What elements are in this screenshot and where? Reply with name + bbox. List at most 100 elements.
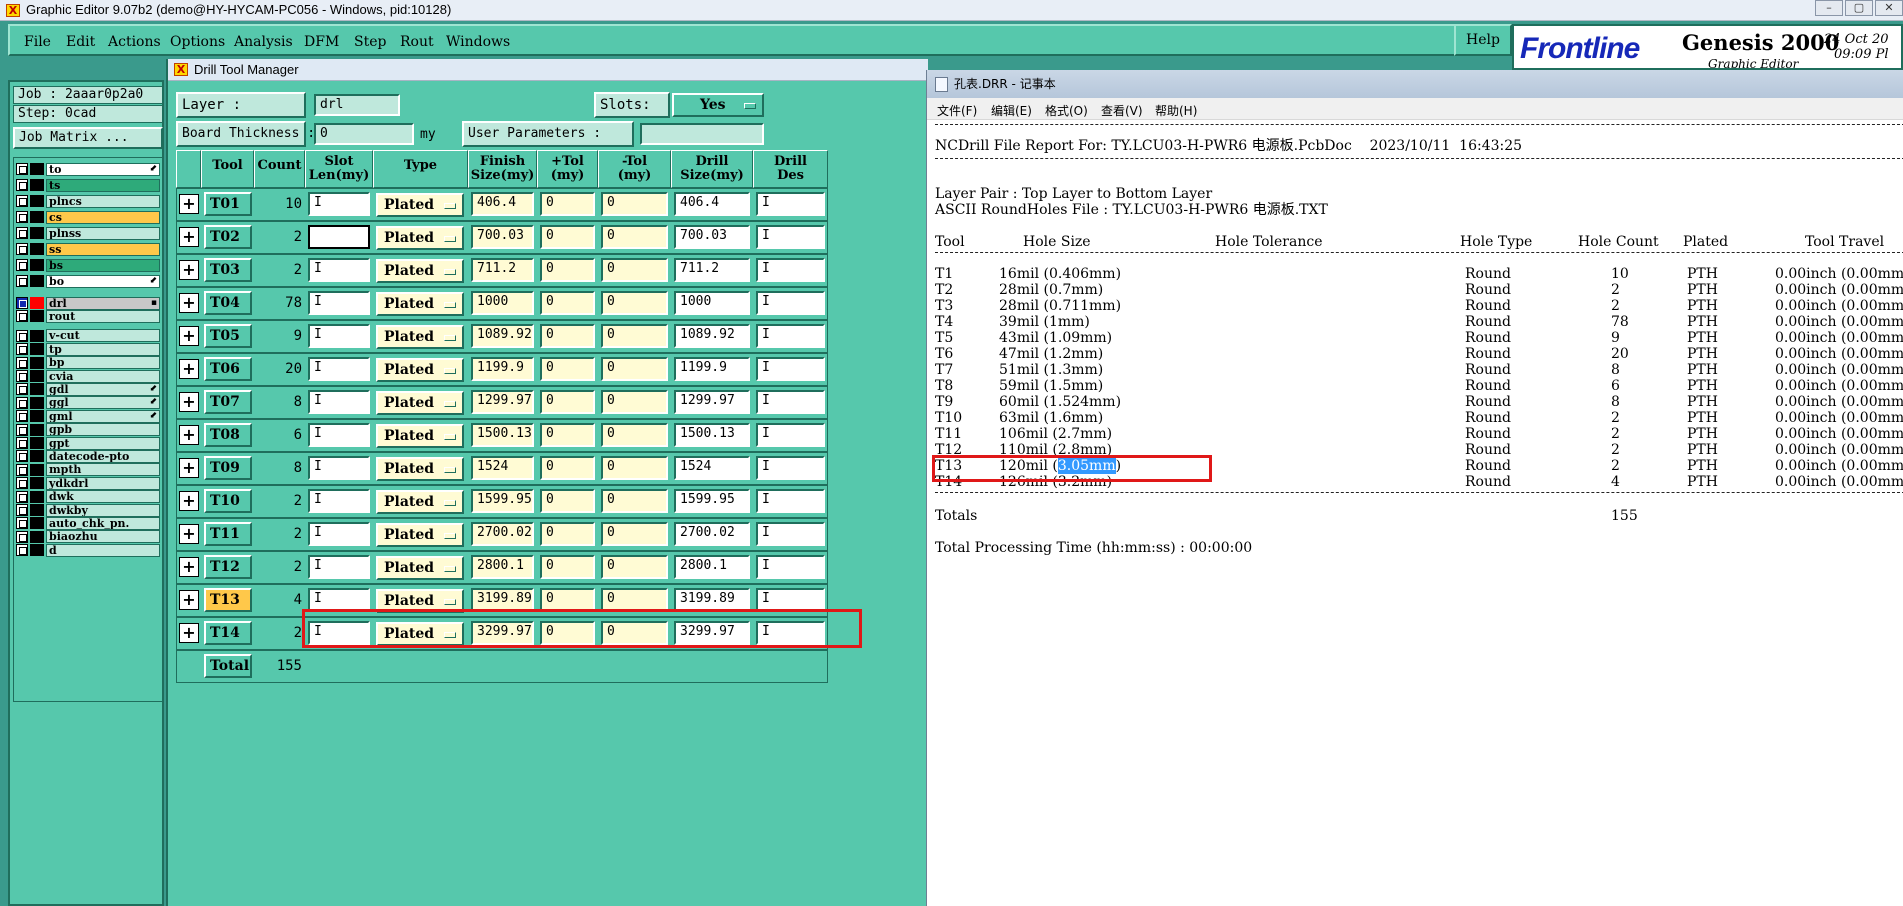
layer-row-datecodepto[interactable]: datecode-pto	[16, 449, 160, 463]
plus-tol-field[interactable]: 0	[540, 456, 595, 480]
drill-des-field[interactable]: I	[756, 192, 825, 216]
minus-tol-field[interactable]: 0	[601, 522, 668, 546]
plus-tol-field[interactable]: 0	[540, 390, 595, 414]
drill-size-field[interactable]: 711.2	[674, 258, 750, 282]
minus-tol-field[interactable]: 0	[601, 357, 668, 381]
slots-option-menu[interactable]: Yes	[672, 93, 764, 117]
layer-row-drl[interactable]: drl ▪	[16, 296, 160, 310]
layer-checkbox[interactable]	[16, 343, 28, 356]
tool-button[interactable]: T02	[204, 225, 252, 249]
board-thickness-field[interactable]: 0	[314, 123, 414, 145]
slot-len-field[interactable]: I	[308, 423, 370, 447]
tool-button[interactable]: T11	[204, 522, 252, 546]
finish-size-field[interactable]: 2700.02	[471, 522, 534, 546]
layer-checkbox[interactable]	[16, 370, 28, 382]
plus-tol-field[interactable]: 0	[540, 357, 595, 381]
menu-file[interactable]: File	[24, 34, 51, 50]
type-option-menu[interactable]: Plated	[376, 259, 464, 283]
slot-len-field[interactable]: I	[308, 489, 370, 513]
tool-button[interactable]: T08	[204, 423, 252, 447]
type-option-menu[interactable]: Plated	[376, 490, 464, 514]
drill-size-field[interactable]: 1089.92	[674, 324, 750, 348]
slot-len-field[interactable]	[308, 225, 370, 249]
plus-tol-field[interactable]: 0	[540, 258, 595, 282]
expand-plus-icon[interactable]: +	[179, 458, 199, 478]
finish-size-field[interactable]: 406.4	[471, 192, 534, 216]
expand-plus-icon[interactable]: +	[179, 227, 199, 247]
slot-len-field[interactable]: I	[308, 291, 370, 315]
minus-tol-field[interactable]: 0	[601, 555, 668, 579]
type-option-menu[interactable]: Plated	[376, 325, 464, 349]
minus-tol-field[interactable]: 0	[601, 324, 668, 348]
layer-row-ts[interactable]: ts	[16, 178, 160, 192]
type-option-menu[interactable]: Plated	[376, 292, 464, 316]
layer-checkbox[interactable]	[16, 383, 28, 396]
drill-size-field[interactable]: 2800.1	[674, 555, 750, 579]
expand-plus-icon[interactable]: +	[179, 194, 199, 214]
drill-des-field[interactable]: I	[756, 225, 825, 249]
layer-checkbox[interactable]	[16, 243, 28, 255]
minus-tol-field[interactable]: 0	[601, 489, 668, 513]
expand-plus-icon[interactable]: +	[179, 260, 199, 280]
help-menu[interactable]: Help	[1454, 24, 1512, 56]
layer-checkbox[interactable]	[16, 163, 28, 175]
minus-tol-field[interactable]: 0	[601, 192, 668, 216]
drill-des-field[interactable]: I	[756, 291, 825, 315]
expand-plus-icon[interactable]: +	[179, 590, 199, 610]
slot-len-field[interactable]: I	[308, 555, 370, 579]
maximize-button[interactable]: ▢	[1845, 0, 1873, 16]
drill-size-field[interactable]: 1000	[674, 291, 750, 315]
layer-row-gpt[interactable]: gpt	[16, 436, 160, 450]
layer-checkbox[interactable]	[16, 544, 28, 557]
slot-len-field[interactable]: I	[308, 522, 370, 546]
layer-checkbox[interactable]	[16, 275, 28, 287]
type-option-menu[interactable]: Plated	[376, 226, 464, 250]
menu-dfm[interactable]: DFM	[304, 34, 339, 50]
layer-checkbox[interactable]	[16, 530, 28, 543]
layer-row-bp[interactable]: bp	[16, 356, 160, 370]
layer-row-plncs[interactable]: plncs	[16, 194, 160, 208]
drill-size-field[interactable]: 1524	[674, 456, 750, 480]
expand-plus-icon[interactable]: +	[179, 491, 199, 511]
layer-row-vcut[interactable]: v-cut	[16, 329, 160, 343]
tool-button[interactable]: T05	[204, 324, 252, 348]
drill-size-field[interactable]: 406.4	[674, 192, 750, 216]
minimize-button[interactable]: –	[1815, 0, 1843, 16]
layer-checkbox[interactable]	[16, 437, 28, 449]
drill-des-field[interactable]: I	[756, 390, 825, 414]
finish-size-field[interactable]: 1000	[471, 291, 534, 315]
tool-button[interactable]: T03	[204, 258, 252, 282]
drill-des-field[interactable]: I	[756, 456, 825, 480]
menu-options[interactable]: Options	[170, 34, 225, 50]
finish-size-field[interactable]: 1299.97	[471, 390, 534, 414]
tool-button[interactable]: T06	[204, 357, 252, 381]
finish-size-field[interactable]: 1524	[471, 456, 534, 480]
slot-len-field[interactable]: I	[308, 258, 370, 282]
expand-plus-icon[interactable]: +	[179, 293, 199, 313]
plus-tol-field[interactable]: 0	[540, 423, 595, 447]
minus-tol-field[interactable]: 0	[601, 291, 668, 315]
layer-checkbox[interactable]	[16, 477, 28, 490]
layer-row-cvia[interactable]: cvia	[16, 369, 160, 383]
type-option-menu[interactable]: Plated	[376, 523, 464, 547]
type-option-menu[interactable]: Plated	[376, 424, 464, 448]
plus-tol-field[interactable]: 0	[540, 489, 595, 513]
layer-checkbox[interactable]	[16, 310, 28, 323]
layer-checkbox[interactable]	[16, 423, 28, 436]
np-menu-edit[interactable]: 编辑(E)	[991, 102, 1032, 119]
np-menu-file[interactable]: 文件(F)	[937, 102, 977, 119]
layer-row-d[interactable]: d	[16, 543, 160, 557]
type-option-menu[interactable]: Plated	[376, 457, 464, 481]
expand-plus-icon[interactable]: +	[179, 359, 199, 379]
layer-checkbox[interactable]	[16, 329, 28, 342]
layer-row-ggl[interactable]: ggl ⬋	[16, 396, 160, 410]
minus-tol-field[interactable]: 0	[601, 258, 668, 282]
finish-size-field[interactable]: 1500.13	[471, 423, 534, 447]
minus-tol-field[interactable]: 0	[601, 390, 668, 414]
layer-checkbox[interactable]	[16, 463, 28, 476]
menu-windows[interactable]: Windows	[446, 34, 510, 50]
drill-des-field[interactable]: I	[756, 555, 825, 579]
type-option-menu[interactable]: Plated	[376, 556, 464, 580]
user-params-field[interactable]	[640, 123, 764, 145]
layer-row-gpb[interactable]: gpb	[16, 423, 160, 437]
